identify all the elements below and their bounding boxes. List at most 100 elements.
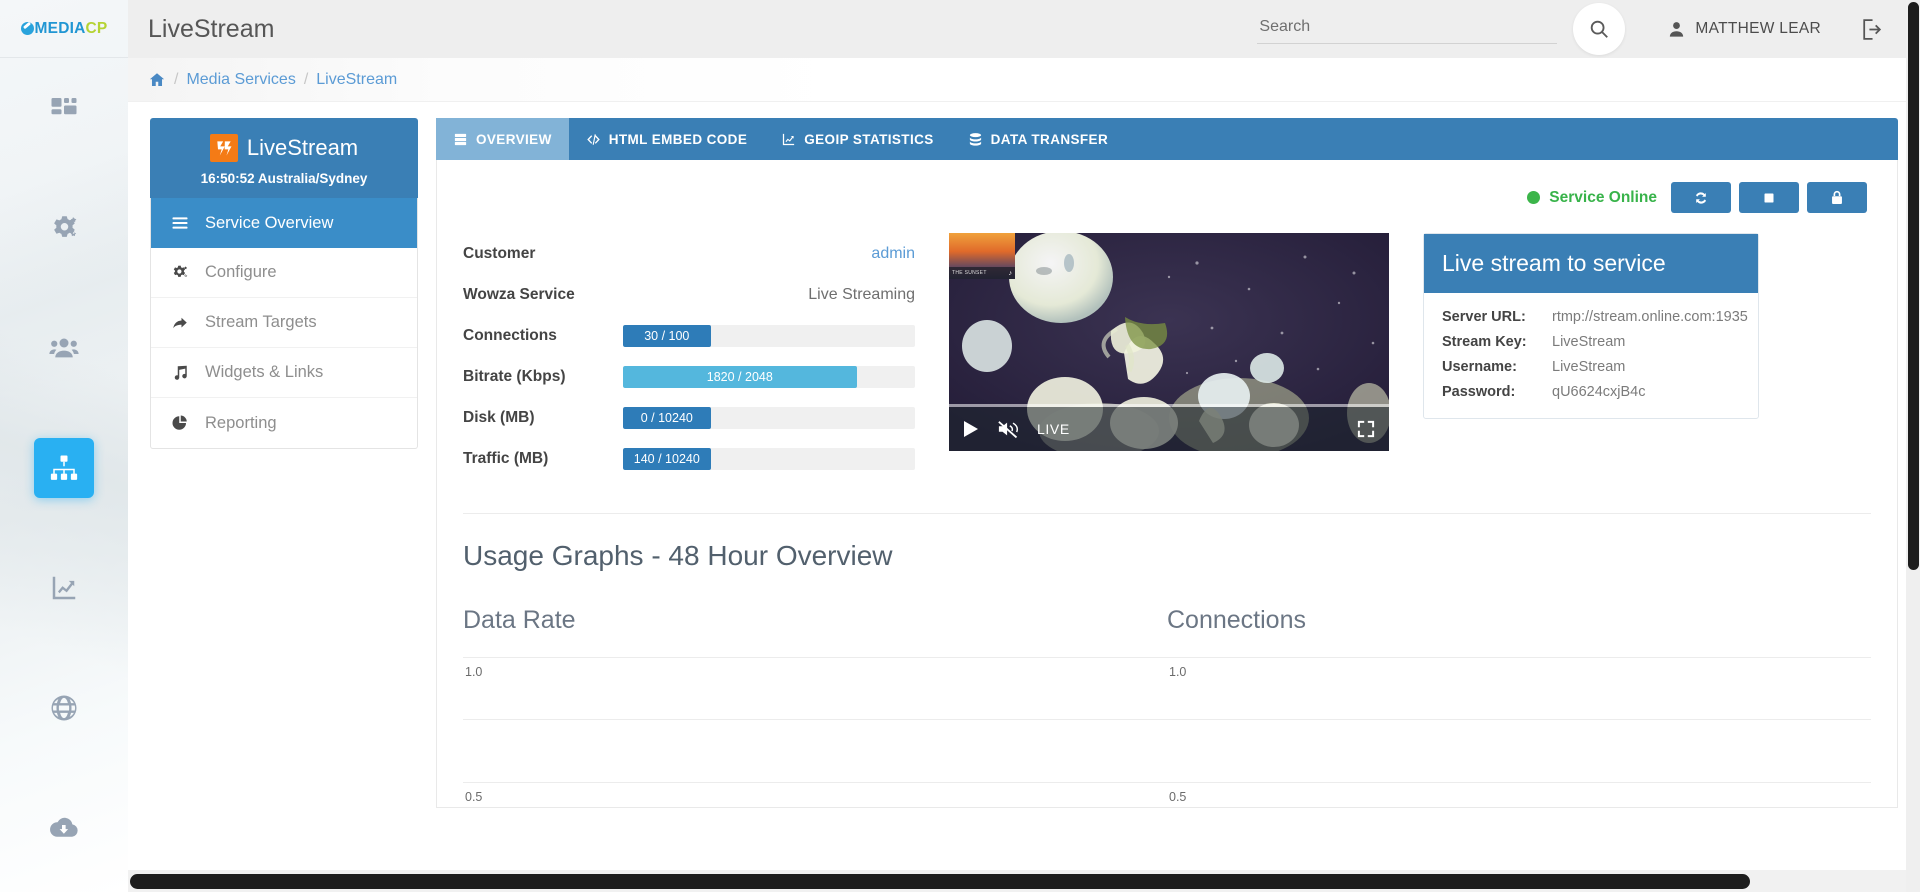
progress-bar-traffic: 140 / 10240 (623, 447, 915, 470)
fullscreen-icon[interactable] (1357, 420, 1375, 438)
stat-label: Bitrate (Kbps) (463, 367, 566, 385)
pie-chart-icon (171, 414, 205, 432)
menu-item-widgets-links[interactable]: Widgets & Links (151, 348, 417, 398)
gridline (463, 782, 1167, 783)
progress-bar-fill: 1820 / 2048 (623, 365, 857, 388)
stat-row-customer: Customer admin (463, 233, 915, 274)
stat-row-bitrate: Bitrate (Kbps) 1820 / 2048 (463, 356, 915, 397)
chart-line-icon (52, 576, 76, 600)
vertical-scrollbar-thumb[interactable] (1908, 2, 1919, 570)
content-columns: LiveStream 16:50:52 Australia/Sydney Ser… (128, 102, 1920, 808)
card-value: LiveStream (1552, 359, 1626, 375)
breadcrumb-separator-2: / (303, 70, 309, 88)
top-bar: LiveStream MATTHEW LEAR (128, 0, 1920, 58)
live-indicator-label: LIVE (1037, 421, 1070, 437)
search-button[interactable] (1573, 3, 1626, 55)
service-menu: Service Overview Configure Stream Target… (150, 198, 418, 449)
search-input[interactable] (1257, 14, 1558, 44)
stat-row-wowza-service: Wowza Service Live Streaming (463, 274, 915, 315)
user-menu[interactable]: MATTHEW LEAR (1667, 20, 1821, 39)
search-field-wrapper (1257, 14, 1558, 44)
app-window: MEDIACP LiveStream Search MATTHEW LEAR /… (0, 0, 1920, 892)
menu-item-service-overview[interactable]: Service Overview (151, 198, 417, 248)
service-panel-header: LiveStream 16:50:52 Australia/Sydney (150, 118, 418, 198)
y-axis-tick: 1.0 (465, 665, 483, 679)
overview-panel: OVERVIEW HTML EMBED CODE GEOIP STATISTIC… (436, 118, 1898, 808)
video-thumbnail-overlay[interactable]: THE SUNSET ♪ (949, 233, 1015, 279)
menu-item-reporting[interactable]: Reporting (151, 398, 417, 448)
menu-item-label: Reporting (205, 413, 277, 432)
sidebar-item-media-services[interactable] (34, 438, 94, 498)
breadcrumb-item-livestream[interactable]: LiveStream (316, 71, 397, 89)
service-time: 16:50:52 Australia/Sydney (200, 171, 368, 186)
tab-overview[interactable]: OVERVIEW (436, 118, 569, 160)
dashboard-grid-icon (51, 98, 77, 115)
progress-bar-disk: 0 / 10240 (623, 406, 915, 429)
service-brand: LiveStream (160, 134, 408, 162)
sidebar-item-downloads[interactable] (34, 798, 94, 858)
vertical-scrollbar[interactable] (1906, 0, 1920, 892)
horizontal-scrollbar-thumb[interactable] (130, 874, 1750, 889)
progress-bar-connections: 30 / 100 (623, 324, 915, 347)
restart-button[interactable] (1671, 182, 1731, 213)
usage-graphs-section: Usage Graphs - 48 Hour Overview Data Rat… (463, 514, 1871, 807)
live-stream-card: Live stream to service Server URL: rtmp:… (1423, 233, 1759, 419)
progress-bar-fill: 30 / 100 (623, 324, 711, 347)
breadcrumb-item-media-services[interactable]: Media Services (186, 71, 295, 89)
person-icon (1670, 21, 1684, 37)
menu-item-stream-targets[interactable]: Stream Targets (151, 298, 417, 348)
card-key: Stream Key: (1442, 334, 1527, 350)
tab-label: GEOIP STATISTICS (804, 131, 934, 147)
sidebar-item-settings[interactable] (34, 198, 94, 258)
tab-label: OVERVIEW (476, 131, 552, 147)
sidebar-item-dashboard[interactable] (34, 78, 94, 138)
chart-connections: Connections 1.0 0.5 (1167, 606, 1871, 807)
charts-row: Data Rate 1.0 0.5 Connections 1.0 0.5 (463, 606, 1871, 807)
card-row-password: Password: qU6624cxjB4c (1442, 384, 1740, 400)
tab-label: DATA TRANSFER (990, 131, 1109, 147)
stat-row-connections: Connections 30 / 100 (463, 315, 915, 356)
play-icon[interactable] (963, 420, 979, 438)
music-note-icon: ♪ (1008, 269, 1013, 277)
status-row: Service Online (463, 182, 1871, 213)
video-thumbnail-label: THE SUNSET (952, 270, 987, 276)
tab-label: HTML EMBED CODE (608, 131, 748, 147)
live-stream-card-body: Server URL: rtmp://stream.online.com:193… (1424, 293, 1758, 418)
sidebar-item-network[interactable] (34, 678, 94, 738)
page-title: LiveStream (148, 14, 275, 43)
stat-label: Customer (463, 244, 536, 262)
card-key: Username: (1442, 359, 1517, 375)
tab-html-embed-code[interactable]: HTML EMBED CODE (569, 118, 765, 160)
gridline (1167, 719, 1871, 720)
stat-value-customer[interactable]: admin (623, 245, 915, 263)
circle-swoosh-icon (20, 21, 34, 35)
chart-title: Connections (1167, 606, 1306, 634)
stop-button[interactable] (1739, 182, 1799, 213)
card-key: Password: (1442, 384, 1516, 400)
user-name: MATTHEW LEAR (1695, 20, 1821, 37)
y-axis-tick: 1.0 (1169, 665, 1187, 679)
stat-label: Wowza Service (463, 285, 575, 303)
sidebar-item-statistics[interactable] (34, 558, 94, 618)
app-logo[interactable]: MEDIACP (0, 0, 128, 58)
tab-data-transfer[interactable]: DATA TRANSFER (951, 118, 1125, 160)
horizontal-scrollbar[interactable] (128, 870, 1906, 892)
usage-graphs-title: Usage Graphs - 48 Hour Overview (463, 540, 893, 571)
logout-button[interactable] (1859, 17, 1884, 42)
lock-button[interactable] (1807, 182, 1867, 213)
chart-line-icon (783, 133, 795, 145)
breadcrumb-home[interactable] (148, 71, 166, 89)
status-label: Service Online (1549, 188, 1657, 206)
sidebar-item-users[interactable] (34, 318, 94, 378)
search-icon (1591, 20, 1609, 38)
menu-item-configure[interactable]: Configure (151, 248, 417, 298)
gridline (463, 657, 1167, 658)
sitemap-icon (50, 455, 78, 480)
music-note-icon (171, 364, 205, 382)
tab-geoip-statistics[interactable]: GEOIP STATISTICS (764, 118, 950, 160)
server-icon (454, 133, 467, 145)
progress-bar-bitrate: 1820 / 2048 (623, 365, 915, 388)
video-player[interactable]: THE SUNSET ♪ LIVE (949, 233, 1389, 451)
live-stream-card-title: Live stream to service (1424, 234, 1758, 293)
volume-muted-icon[interactable] (997, 419, 1019, 439)
